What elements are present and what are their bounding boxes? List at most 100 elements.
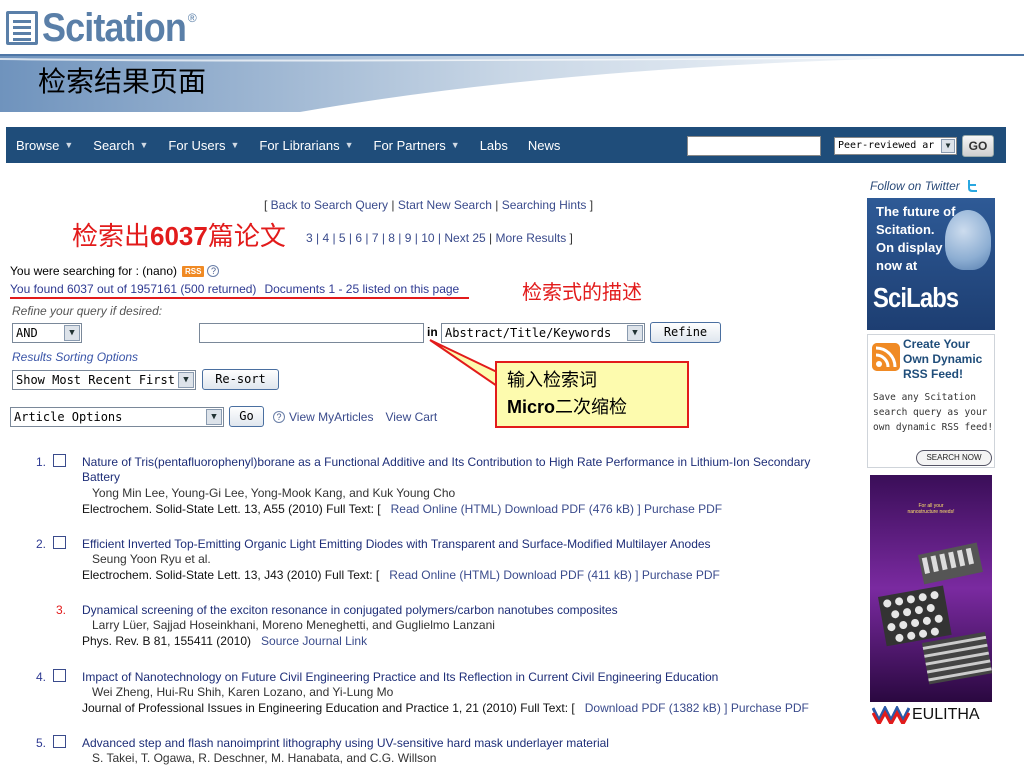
result-checkbox[interactable] <box>53 536 66 549</box>
article-select-value: Article Options <box>14 410 123 424</box>
nav-search[interactable]: Search ▼ <box>83 138 158 153</box>
chevron-down-icon: ▼ <box>941 139 955 153</box>
nav-label: Search <box>93 137 135 153</box>
rss-badge[interactable]: RSS <box>182 265 205 277</box>
article-options-select[interactable]: Article Options ▼ <box>10 407 224 427</box>
rss-heading: Create Your Own Dynamic RSS Feed! <box>903 337 983 381</box>
citation-text: Electrochem. Solid-State Lett. 13, A55 (… <box>82 502 381 516</box>
caret-down-icon: ▼ <box>139 140 149 150</box>
view-links: ? View MyArticles View Cart <box>270 410 437 424</box>
nav-label: For Users <box>168 137 226 153</box>
callout-action: 二次缩检 <box>555 397 628 418</box>
result-citation: Journal of Professional Issues in Engine… <box>82 701 809 715</box>
result-title[interactable]: Advanced step and flash nanoimprint lith… <box>82 736 822 751</box>
slide-title: 检索结果页面 <box>38 65 207 98</box>
quick-search-input[interactable] <box>687 136 821 156</box>
search-now-button[interactable]: SEARCH NOW <box>916 450 992 466</box>
scilabs-text: The future of Scitation. On display now … <box>876 204 956 273</box>
logo-text: Scitation <box>42 5 187 50</box>
bracket-open: [ <box>264 198 271 212</box>
nav-for-partners[interactable]: For Partners ▼ <box>364 138 470 153</box>
help-icon[interactable]: ? <box>207 265 220 277</box>
result-authors: Yong Min Lee, Young-Gi Lee, Yong-Mook Ka… <box>92 486 456 500</box>
resort-button[interactable]: Re-sort <box>202 369 279 390</box>
chevron-down-icon: ▼ <box>178 372 194 388</box>
caret-down-icon: ▼ <box>64 140 74 150</box>
nanostructure-image <box>878 542 992 685</box>
callout-box: 输入检索词 Micro二次缩检 <box>495 361 689 428</box>
nav-labs[interactable]: Labs <box>470 138 518 153</box>
result-checkbox[interactable] <box>53 735 66 748</box>
help-icon[interactable]: ? <box>273 411 285 423</box>
searching-hints-link[interactable]: Searching Hints <box>502 198 587 212</box>
page-number-links[interactable]: 3 | 4 | 5 | 6 | 7 | 8 | 9 | 10 | <box>306 231 444 245</box>
sort-options-label: Results Sorting Options <box>12 350 139 364</box>
callout-keyword: Micro <box>507 397 556 417</box>
boolean-operator-select[interactable]: AND ▼ <box>12 323 82 343</box>
pagination: 3 | 4 | 5 | 6 | 7 | 8 | 9 | 10 | Next 25… <box>306 231 573 245</box>
result-title[interactable]: Nature of Tris(pentafluorophenyl)borane … <box>82 455 822 485</box>
nav-news[interactable]: News <box>518 138 571 153</box>
rss-feed-icon <box>872 343 900 371</box>
registered-mark: ® <box>187 11 197 25</box>
result-authors: Wei Zheng, Hui-Ru Shih, Karen Lozano, an… <box>92 685 394 699</box>
refine-button[interactable]: Refine <box>650 322 721 343</box>
sort-select-value: Show Most Recent First <box>16 373 175 387</box>
result-checkbox[interactable] <box>53 454 66 467</box>
caret-down-icon: ▼ <box>344 140 354 150</box>
fulltext-links[interactable]: Read Online (HTML) Download PDF (476 kB)… <box>391 502 722 516</box>
citation-text: Phys. Rev. B 81, 155411 (2010) <box>82 634 251 648</box>
result-count: You found 6037 out of 1957161 (500 retur… <box>10 282 459 296</box>
refine-query-input[interactable] <box>199 323 424 343</box>
result-authors: S. Takei, T. Ogawa, R. Deschner, M. Hana… <box>92 751 437 765</box>
bracket-close: ] <box>586 198 594 212</box>
callout-line1: 输入检索词 <box>507 370 597 391</box>
start-new-search-link[interactable]: Start New Search <box>398 198 492 212</box>
result-citation: Electrochem. Solid-State Lett. 13, A55 (… <box>82 502 722 516</box>
caret-down-icon: ▼ <box>230 140 240 150</box>
back-to-search-link[interactable]: Back to Search Query <box>271 198 388 212</box>
lightbulb-icon <box>945 210 991 270</box>
sort-select[interactable]: Show Most Recent First ▼ <box>12 370 196 390</box>
searching-for-text: You were searching for : (nano) <box>10 264 177 278</box>
eulitha-ad-banner[interactable]: For all your nanostructure needs! <box>870 475 992 702</box>
chevron-down-icon: ▼ <box>627 325 643 341</box>
view-cart-link[interactable]: View Cart <box>385 410 437 424</box>
fulltext-links[interactable]: Download PDF (1382 kB) ] Purchase PDF <box>585 701 809 715</box>
field-select[interactable]: Abstract/Title/Keywords ▼ <box>441 323 645 343</box>
result-title[interactable]: Impact of Nanotechnology on Future Civil… <box>82 670 822 685</box>
result-number: 3. <box>56 603 67 617</box>
follow-twitter-link[interactable]: Follow on Twitter <box>870 179 979 193</box>
bool-select-value: AND <box>16 326 38 340</box>
more-results-link[interactable]: More Results <box>496 231 567 245</box>
fulltext-links[interactable]: Read Online (HTML) Download PDF (411 kB)… <box>389 568 720 582</box>
twitter-icon <box>967 180 977 192</box>
chevron-down-icon: ▼ <box>206 409 222 425</box>
chevron-down-icon: ▼ <box>64 325 80 341</box>
documents-listed-text: Documents 1 - 25 listed on this page <box>264 282 460 296</box>
anno-prefix: 检索出 <box>72 222 151 252</box>
view-myarticles-link[interactable]: View MyArticles <box>289 410 373 424</box>
result-title[interactable]: Dynamical screening of the exciton reson… <box>82 603 822 618</box>
next-25-link[interactable]: Next 25 <box>444 231 485 245</box>
rss-feed-promo: Create Your Own Dynamic RSS Feed! Save a… <box>867 334 995 468</box>
nav-browse[interactable]: Browse ▼ <box>6 138 83 153</box>
scilabs-banner[interactable]: The future of Scitation. On display now … <box>867 198 995 330</box>
rss-description: Save any Scitation search query as your … <box>873 392 994 433</box>
scope-select[interactable]: Peer-reviewed ar ▼ <box>834 137 957 155</box>
nav-label: News <box>527 137 561 153</box>
field-select-value: Abstract/Title/Keywords <box>445 326 612 340</box>
quick-search-go-button[interactable]: GO <box>962 135 994 157</box>
result-title[interactable]: Efficient Inverted Top-Emitting Organic … <box>82 537 822 552</box>
result-authors: Seung Yoon Ryu et al. <box>92 552 211 566</box>
eulitha-text: EULITHA <box>912 706 980 723</box>
source-journal-link[interactable]: Source Journal Link <box>261 634 367 648</box>
nav-for-librarians[interactable]: For Librarians ▼ <box>249 138 363 153</box>
nav-label: For Librarians <box>259 137 340 153</box>
annotation-found-count: 检索出6037篇论文 <box>72 216 286 253</box>
article-go-button[interactable]: Go <box>229 406 264 427</box>
nav-for-users[interactable]: For Users ▼ <box>158 138 249 153</box>
eulitha-logo[interactable]: EULITHA <box>872 706 980 724</box>
anno-suffix: 篇论文 <box>207 222 286 252</box>
result-checkbox[interactable] <box>53 669 66 682</box>
